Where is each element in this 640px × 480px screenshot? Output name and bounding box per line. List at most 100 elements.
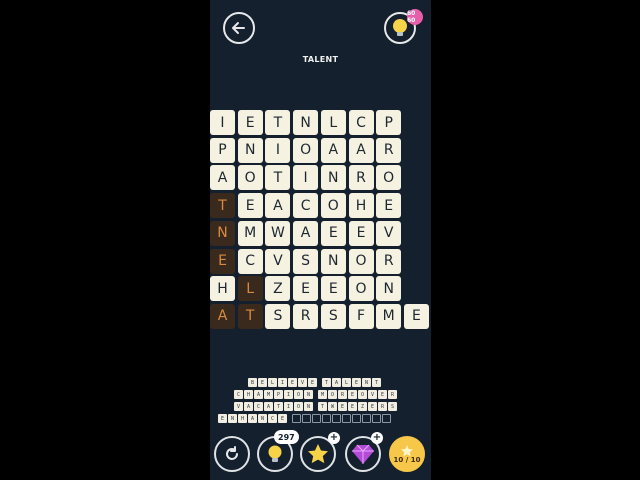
word-letter: N (304, 402, 313, 411)
grid-tile[interactable]: E (348, 220, 374, 246)
grid-tile[interactable]: T (210, 193, 235, 219)
grid-tile[interactable]: R (348, 165, 374, 191)
grid-tile[interactable]: A (210, 303, 235, 329)
grid-tile[interactable]: H (348, 193, 374, 219)
word-letter: C (234, 390, 243, 399)
grid-tile[interactable]: O (293, 137, 319, 163)
grid-tile[interactable]: R (293, 303, 319, 329)
grid-tile[interactable]: H (210, 276, 235, 302)
grid-tile[interactable]: T (265, 110, 291, 135)
grid-tile[interactable]: M (376, 303, 402, 329)
grid-tile[interactable]: C (237, 248, 263, 274)
grid-tile[interactable]: P (376, 110, 402, 135)
grid-tile[interactable]: C (293, 193, 319, 219)
grid-tile[interactable]: O (237, 165, 263, 191)
grid-tile[interactable]: L (237, 276, 263, 302)
grid-tile[interactable]: W (265, 220, 291, 246)
grid-tile[interactable]: L (320, 110, 346, 135)
grid-tile[interactable]: N (293, 110, 319, 135)
grid-tile[interactable]: N (320, 165, 346, 191)
word-list: BELIEVETALENTCHAMPIONMOREOVERVACATIONTWE… (210, 378, 431, 424)
grid-tile[interactable]: O (320, 193, 346, 219)
word-letter: H (238, 414, 247, 423)
grid-tile[interactable]: A (348, 137, 374, 163)
grid-tile[interactable]: E (210, 248, 235, 274)
empty-letter-slot (292, 414, 301, 423)
word-letter: A (264, 402, 273, 411)
grid-tile[interactable]: E (376, 193, 402, 219)
current-word-title: TALENT (302, 55, 339, 64)
grid-tile[interactable]: V (376, 220, 402, 246)
grid-tile[interactable]: A (293, 220, 319, 246)
grid-tile[interactable]: T (265, 165, 291, 191)
gem-icon (352, 444, 374, 464)
grid-tile[interactable]: S (320, 303, 346, 329)
word-letter: R (388, 390, 397, 399)
letter-grid: IETNLCPPNIOAARAOTINROTEACOHENMWAEEVECVSN… (210, 110, 431, 332)
word-row: BELIEVETALENT (248, 378, 381, 387)
word-letter: C (254, 402, 263, 411)
grid-tile[interactable]: R (376, 248, 402, 274)
word-letter: W (328, 402, 337, 411)
back-button[interactable] (223, 12, 255, 44)
empty-letter-slot (382, 414, 391, 423)
grid-tile[interactable]: E (237, 110, 263, 135)
target-word: TALENT (322, 378, 381, 387)
grid-tile[interactable]: I (293, 165, 319, 191)
word-letter: N (304, 390, 313, 399)
grid-tile[interactable]: N (376, 276, 402, 302)
grid-tile[interactable]: O (376, 165, 402, 191)
grid-tile[interactable]: I (265, 137, 291, 163)
word-letter: B (248, 378, 257, 387)
level-progress-text: 10 / 10 (393, 456, 421, 464)
hint-count: 297 (274, 430, 299, 444)
grid-tile[interactable]: F (348, 303, 374, 329)
grid-tile[interactable]: N (320, 248, 346, 274)
level-progress-button[interactable]: 10 / 10 (389, 436, 425, 472)
word-letter: N (228, 414, 237, 423)
grid-tile[interactable]: P (210, 137, 235, 163)
grid-tile[interactable]: A (210, 165, 235, 191)
grid-tile[interactable]: I (210, 110, 235, 135)
word-letter: E (308, 378, 317, 387)
grid-tile[interactable]: N (237, 137, 263, 163)
word-letter: S (388, 402, 397, 411)
grid-tile[interactable]: Z (265, 276, 291, 302)
grid-tile[interactable]: E (293, 276, 319, 302)
game-screen: 60 60 TALENT IETNLCPPNIOAARAOTINROTEACOH… (210, 0, 431, 480)
grid-tile[interactable]: E (237, 193, 263, 219)
grid-tile[interactable]: O (348, 248, 374, 274)
grid-tile[interactable]: T (237, 303, 263, 329)
word-letter: I (284, 402, 293, 411)
grid-tile[interactable]: S (293, 248, 319, 274)
grid-tile[interactable]: A (265, 193, 291, 219)
word-letter: R (338, 390, 347, 399)
grid-tile[interactable]: S (265, 303, 291, 329)
grid-tile[interactable]: V (265, 248, 291, 274)
grid-tile[interactable]: E (320, 220, 346, 246)
word-letter: H (244, 390, 253, 399)
grid-tile[interactable]: R (376, 137, 402, 163)
star-icon (308, 444, 328, 464)
grid-tile[interactable]: C (348, 110, 374, 135)
grid-tile[interactable]: A (320, 137, 346, 163)
word-letter: E (368, 402, 377, 411)
grid-tile[interactable]: N (210, 220, 235, 246)
word-letter: O (294, 402, 303, 411)
word-letter: E (288, 378, 297, 387)
word-letter: L (342, 378, 351, 387)
grid-tile[interactable]: O (348, 276, 374, 302)
word-letter: P (274, 390, 283, 399)
shuffle-button[interactable] (214, 436, 250, 472)
add-gem-icon[interactable]: + (371, 432, 383, 444)
word-letter: E (348, 390, 357, 399)
grid-tile[interactable]: E (320, 276, 346, 302)
target-word: ENHANCE (218, 414, 287, 423)
word-letter: E (352, 378, 361, 387)
grid-tile[interactable]: E (403, 303, 429, 329)
word-letter: E (378, 390, 387, 399)
grid-tile[interactable]: M (237, 220, 263, 246)
word-letter: T (318, 402, 327, 411)
word-letter: E (258, 378, 267, 387)
add-star-icon[interactable]: + (328, 432, 340, 444)
